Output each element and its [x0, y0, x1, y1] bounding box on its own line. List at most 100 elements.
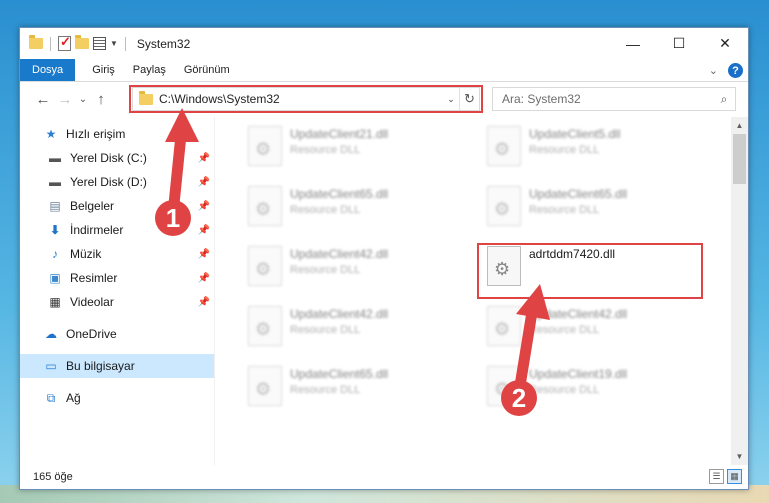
- file-item[interactable]: UpdateClient65.dll Resource DLL: [242, 182, 462, 234]
- maximize-button[interactable]: ☐: [656, 28, 702, 59]
- nav-item-disk-d[interactable]: ▬ Yerel Disk (D:) 📌: [20, 170, 214, 194]
- explorer-window: ▼ System32 — ☐ ✕ Dosya Giriş Paylaş Görü…: [19, 27, 749, 490]
- file-name: UpdateClient21.dll: [290, 127, 389, 141]
- nav-item-disk-c[interactable]: ▬ Yerel Disk (C:) 📌: [20, 146, 214, 170]
- pin-icon[interactable]: 📌: [198, 153, 210, 164]
- close-button[interactable]: ✕: [702, 28, 748, 59]
- file-description: Resource DLL: [529, 384, 600, 396]
- item-count: 165 öğe: [33, 471, 73, 483]
- pin-icon[interactable]: 📌: [198, 249, 210, 260]
- file-item[interactable]: UpdateClient42.dll Resource DLL: [242, 302, 462, 354]
- window-controls: — ☐ ✕: [610, 28, 748, 59]
- status-bar: 165 öğe ☰ ▦: [20, 465, 748, 489]
- scroll-up-icon[interactable]: ▲: [731, 117, 748, 134]
- search-box[interactable]: Ara: System32 ⌕: [492, 87, 736, 111]
- nav-label: Videolar: [70, 295, 114, 309]
- customize-toolbar-icon[interactable]: ▼: [110, 39, 118, 48]
- file-description: Resource DLL: [290, 324, 361, 336]
- back-button[interactable]: ←: [32, 91, 54, 108]
- documents-icon: ▤: [49, 199, 61, 213]
- tab-file[interactable]: Dosya: [20, 59, 76, 81]
- details-view-icon[interactable]: ☰: [709, 469, 724, 484]
- nav-label: Belgeler: [70, 199, 115, 213]
- file-item[interactable]: UpdateClient65.dll Resource DLL: [481, 182, 701, 234]
- pin-icon[interactable]: 📌: [198, 177, 210, 188]
- nav-item-downloads[interactable]: ⬇ İndirmeler 📌: [20, 218, 214, 242]
- forward-button[interactable]: →: [54, 91, 76, 108]
- dll-file-icon: [248, 246, 282, 286]
- file-description: Resource DLL: [529, 144, 600, 156]
- recent-locations-button[interactable]: ⌄: [76, 94, 90, 105]
- pin-icon[interactable]: 📌: [198, 297, 210, 308]
- file-name: UpdateClient65.dll: [290, 187, 389, 201]
- dll-file-icon: [248, 366, 282, 406]
- dll-file-icon: [487, 186, 521, 226]
- search-icon[interactable]: ⌕: [713, 92, 735, 107]
- tab-share[interactable]: Paylaş: [124, 59, 175, 81]
- nav-label: Hızlı erişim: [66, 127, 126, 141]
- properties-icon[interactable]: [93, 37, 106, 50]
- dll-file-icon: [248, 186, 282, 226]
- expand-ribbon-icon[interactable]: ⌄: [709, 64, 718, 77]
- tiles-view-icon[interactable]: ▦: [727, 469, 742, 484]
- dll-file-icon: [487, 306, 521, 346]
- dll-file-icon: [248, 306, 282, 346]
- vertical-scrollbar[interactable]: ▲ ▼: [731, 117, 748, 465]
- nav-item-documents[interactable]: ▤ Belgeler 📌: [20, 194, 214, 218]
- file-item[interactable]: UpdateClient19.dll Resource DLL: [481, 362, 701, 414]
- tab-home[interactable]: Giriş: [83, 59, 124, 81]
- file-item[interactable]: UpdateClient65.dll Resource DLL: [242, 362, 462, 414]
- nav-label: Bu bilgisayar: [66, 359, 135, 373]
- drive-icon: ▬: [49, 175, 61, 189]
- star-icon: ★: [45, 127, 57, 141]
- pin-icon[interactable]: 📌: [198, 201, 210, 212]
- drive-icon: ▬: [49, 151, 61, 165]
- nav-item-this-pc[interactable]: ▭ Bu bilgisayar: [20, 354, 214, 378]
- nav-item-music[interactable]: ♪ Müzik 📌: [20, 242, 214, 266]
- pin-icon[interactable]: 📌: [198, 273, 210, 284]
- tab-view[interactable]: Görünüm: [175, 59, 239, 81]
- nav-label: Ağ: [66, 391, 81, 405]
- downloads-icon: ⬇: [49, 223, 61, 237]
- file-item[interactable]: UpdateClient42.dll Resource DLL: [242, 242, 462, 294]
- videos-icon: ▦: [49, 295, 61, 309]
- pictures-icon: ▣: [49, 271, 61, 285]
- nav-label: İndirmeler: [70, 223, 124, 237]
- file-name: UpdateClient42.dll: [290, 307, 389, 321]
- dll-file-icon: [487, 126, 521, 166]
- nav-item-onedrive[interactable]: ☁ OneDrive: [20, 322, 214, 346]
- nav-label: Müzik: [70, 247, 102, 261]
- music-icon: ♪: [52, 247, 58, 261]
- nav-label: OneDrive: [66, 327, 117, 341]
- new-folder-icon[interactable]: [75, 35, 89, 49]
- toolbar-divider: [50, 36, 51, 51]
- file-item[interactable]: UpdateClient21.dll Resource DLL: [242, 122, 462, 174]
- up-button[interactable]: ↑: [90, 91, 112, 108]
- nav-label: Yerel Disk (C:): [70, 151, 147, 165]
- nav-item-pictures[interactable]: ▣ Resimler 📌: [20, 266, 214, 290]
- cloud-icon: ☁: [45, 327, 57, 341]
- scroll-down-icon[interactable]: ▼: [731, 448, 748, 465]
- minimize-button[interactable]: —: [610, 28, 656, 59]
- properties-check-icon[interactable]: [58, 34, 71, 51]
- address-highlight-box: [129, 85, 483, 113]
- quick-access-toolbar: ▼: [29, 34, 129, 51]
- quick-access-item[interactable]: ★ Hızlı erişim: [20, 122, 214, 146]
- navigation-pane: ★ Hızlı erişim ▬ Yerel Disk (C:) 📌 ▬ Yer…: [20, 117, 214, 465]
- file-item[interactable]: UpdateClient5.dll Resource DLL: [481, 122, 701, 174]
- file-highlight-box: [477, 243, 703, 299]
- nav-item-videos[interactable]: ▦ Videolar 📌: [20, 290, 214, 314]
- pin-icon[interactable]: 📌: [198, 225, 210, 236]
- file-description: Resource DLL: [290, 384, 361, 396]
- help-icon[interactable]: ?: [728, 63, 743, 78]
- file-name: UpdateClient42.dll: [529, 307, 628, 321]
- file-description: Resource DLL: [290, 204, 361, 216]
- file-name: UpdateClient65.dll: [290, 367, 389, 381]
- search-input[interactable]: Ara: System32: [502, 92, 713, 106]
- nav-item-network[interactable]: ⧉ Ağ: [20, 386, 214, 410]
- toolbar-divider: [124, 36, 126, 51]
- file-item[interactable]: UpdateClient42.dll Resource DLL: [481, 302, 701, 354]
- dll-file-icon: [248, 126, 282, 166]
- scroll-thumb[interactable]: [733, 134, 746, 184]
- file-description: Resource DLL: [290, 264, 361, 276]
